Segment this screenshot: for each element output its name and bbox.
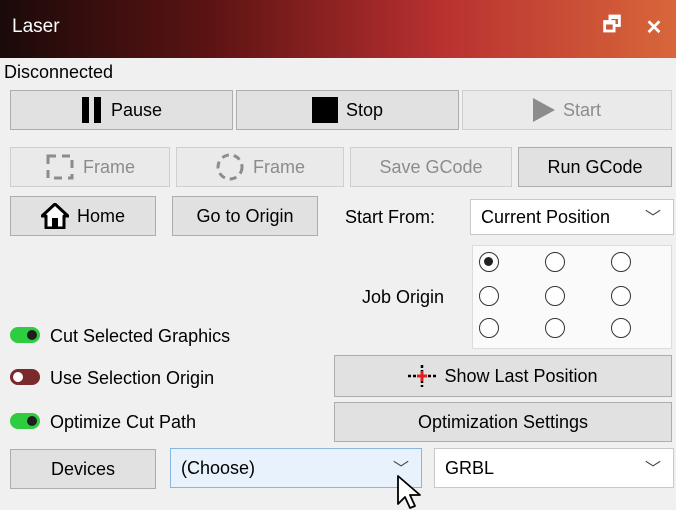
- home-label: Home: [76, 205, 125, 226]
- frame-rect-label: Frame: [82, 156, 135, 177]
- close-icon[interactable]: ✕: [640, 12, 668, 42]
- save-gcode-button[interactable]: Save GCode: [350, 147, 512, 187]
- go-to-origin-label: Go to Origin: [196, 205, 294, 226]
- pause-button[interactable]: Pause: [10, 90, 233, 130]
- run-gcode-button[interactable]: Run GCode: [518, 147, 672, 187]
- go-to-origin-button[interactable]: Go to Origin: [172, 196, 318, 236]
- start-from-label: Start From:: [345, 207, 436, 227]
- origin-radio-middle-right[interactable]: [611, 286, 631, 306]
- show-last-position-label: Show Last Position: [444, 365, 598, 386]
- home-icon: [40, 203, 69, 229]
- origin-radio-bottom-left[interactable]: [479, 318, 499, 338]
- cut-selected-toggle[interactable]: [10, 327, 40, 343]
- use-selection-origin-toggle[interactable]: [10, 369, 40, 385]
- devices-button[interactable]: Devices: [10, 449, 156, 489]
- start-label: Start: [562, 99, 601, 120]
- origin-radio-bottom-right[interactable]: [611, 318, 631, 338]
- cut-selected-label: Cut Selected Graphics: [50, 326, 231, 346]
- device-select[interactable]: (Choose) ﹀: [170, 448, 422, 488]
- chevron-down-icon: ﹀: [644, 460, 661, 478]
- crosshair-icon: [408, 365, 437, 387]
- pause-icon: [81, 97, 101, 123]
- job-origin-grid: [472, 245, 672, 349]
- controller-select-value: GRBL: [445, 457, 495, 478]
- start-from-value: Current Position: [481, 206, 611, 227]
- origin-radio-center[interactable]: [545, 286, 565, 306]
- start-button[interactable]: Start: [462, 90, 672, 130]
- frame-rect-button[interactable]: Frame: [10, 147, 170, 187]
- pause-label: Pause: [110, 99, 163, 120]
- restore-icon[interactable]: 🗗: [598, 12, 626, 42]
- frame-circle-button[interactable]: Frame: [176, 147, 344, 187]
- title-bar: Laser 🗗 ✕: [0, 0, 676, 58]
- origin-radio-top-center[interactable]: [545, 252, 565, 272]
- use-selection-origin-label: Use Selection Origin: [50, 368, 215, 388]
- origin-radio-top-right[interactable]: [611, 252, 631, 272]
- stop-label: Stop: [345, 99, 384, 120]
- device-select-value: (Choose): [181, 457, 256, 478]
- chevron-down-icon: ﹀: [644, 209, 661, 227]
- origin-radio-top-left[interactable]: [479, 252, 499, 272]
- run-gcode-label: Run GCode: [547, 156, 643, 177]
- controller-select[interactable]: GRBL ﹀: [434, 448, 674, 488]
- frame-rect-icon: [46, 154, 74, 180]
- stop-button[interactable]: Stop: [236, 90, 459, 130]
- devices-label: Devices: [50, 458, 116, 479]
- job-origin-label: Job Origin: [362, 287, 445, 307]
- save-gcode-label: Save GCode: [379, 156, 483, 177]
- optimization-settings-label: Optimization Settings: [417, 411, 589, 432]
- home-button[interactable]: Home: [10, 196, 156, 236]
- show-last-position-button[interactable]: Show Last Position: [334, 355, 672, 397]
- start-from-select[interactable]: Current Position ﹀: [470, 199, 674, 235]
- frame-circle-icon: [216, 153, 244, 181]
- origin-radio-middle-left[interactable]: [479, 286, 499, 306]
- optimize-cut-path-toggle[interactable]: [10, 413, 40, 429]
- mouse-cursor-icon: [397, 475, 421, 509]
- optimization-settings-button[interactable]: Optimization Settings: [334, 402, 672, 442]
- stop-icon: [311, 97, 338, 123]
- optimize-cut-path-label: Optimize Cut Path: [50, 412, 197, 432]
- origin-radio-bottom-center[interactable]: [545, 318, 565, 338]
- connection-status: Disconnected: [4, 62, 114, 82]
- window-title: Laser: [12, 16, 60, 37]
- play-icon: [532, 98, 555, 122]
- frame-circle-label: Frame: [252, 156, 305, 177]
